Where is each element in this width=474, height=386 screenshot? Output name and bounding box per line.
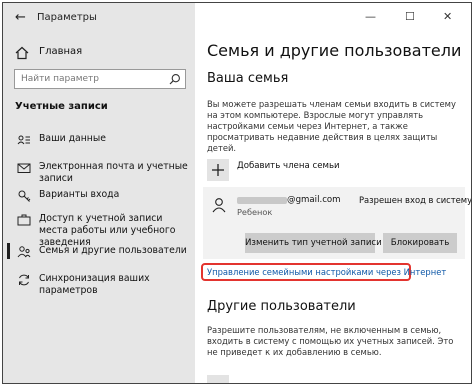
sync-icon: [19, 274, 29, 286]
other-users-heading: Другие пользователи: [207, 299, 356, 314]
sidebar-item-family[interactable]: Семья и другие пользователи: [3, 243, 195, 263]
sidebar-item-label: Синхронизация ваших параметров: [39, 273, 150, 296]
member-status: Разрешен вход в систему: [359, 195, 472, 205]
sidebar-item-sign-in[interactable]: Варианты входа: [3, 187, 195, 207]
sidebar-item-label: Электронная почта и учетные записи: [39, 161, 188, 184]
add-family-member-label[interactable]: Добавить члена семьи: [237, 161, 340, 171]
family-icon: [17, 246, 31, 258]
section-label: Учетные записи: [15, 101, 108, 112]
home-icon: [15, 46, 29, 60]
email-redaction: [237, 197, 287, 204]
family-member-card[interactable]: @gmail.com Ребенок Разрешен вход в систе…: [203, 187, 471, 259]
other-users-description: Разрешите пользователям, не включенным в…: [207, 325, 454, 357]
window-title: Параметры: [37, 12, 97, 23]
home-label: Главная: [39, 46, 83, 57]
user-avatar-icon: [212, 198, 226, 213]
sidebar-item-label: Варианты входа: [39, 189, 120, 200]
change-account-type-button[interactable]: Изменить тип учетной записи: [245, 233, 382, 253]
search-input[interactable]: Найти параметр: [14, 69, 186, 89]
search-icon[interactable]: [169, 73, 181, 85]
minimize-button[interactable]: —: [365, 10, 376, 24]
person-card-icon: [17, 135, 30, 145]
main-content: — ☐ ✕ Семья и другие пользователи Ваша с…: [195, 3, 471, 383]
active-indicator: [7, 243, 10, 259]
manage-family-online-link[interactable]: Управление семейными настройками через И…: [207, 267, 446, 277]
plus-icon: [212, 164, 224, 176]
sidebar-item-label: Семья и другие пользователи: [39, 245, 187, 256]
settings-window: ← Параметры Главная Найти параметр Учетн…: [2, 2, 472, 384]
add-other-user-button[interactable]: [207, 375, 229, 383]
close-button[interactable]: ✕: [443, 10, 452, 24]
family-description: Вы можете разрешать членам семьи входить…: [207, 99, 456, 153]
sidebar-item-work-access[interactable]: Доступ к учетной записи места работы или…: [3, 211, 195, 248]
key-icon: [18, 190, 31, 202]
add-family-member-button[interactable]: [207, 159, 229, 181]
titlebar: ← Параметры: [3, 3, 195, 33]
page-title: Семья и другие пользователи: [207, 41, 462, 60]
back-arrow-icon[interactable]: ←: [15, 11, 29, 25]
sidebar-item-sync[interactable]: Синхронизация ваших параметров: [3, 271, 195, 296]
member-role: Ребенок: [237, 207, 273, 217]
briefcase-icon: [17, 214, 31, 226]
member-email: @gmail.com: [287, 195, 341, 205]
maximize-button[interactable]: ☐: [405, 10, 415, 24]
search-placeholder: Найти параметр: [21, 74, 99, 84]
sidebar-item-label: Ваши данные: [39, 133, 106, 144]
mail-icon: [17, 163, 31, 173]
sidebar-item-your-info[interactable]: Ваши данные: [3, 131, 195, 151]
block-button[interactable]: Блокировать: [383, 233, 457, 253]
sidebar-item-email[interactable]: Электронная почта и учетные записи: [3, 159, 195, 184]
family-heading: Ваша семья: [207, 71, 289, 86]
sidebar: ← Параметры Главная Найти параметр Учетн…: [3, 3, 195, 383]
